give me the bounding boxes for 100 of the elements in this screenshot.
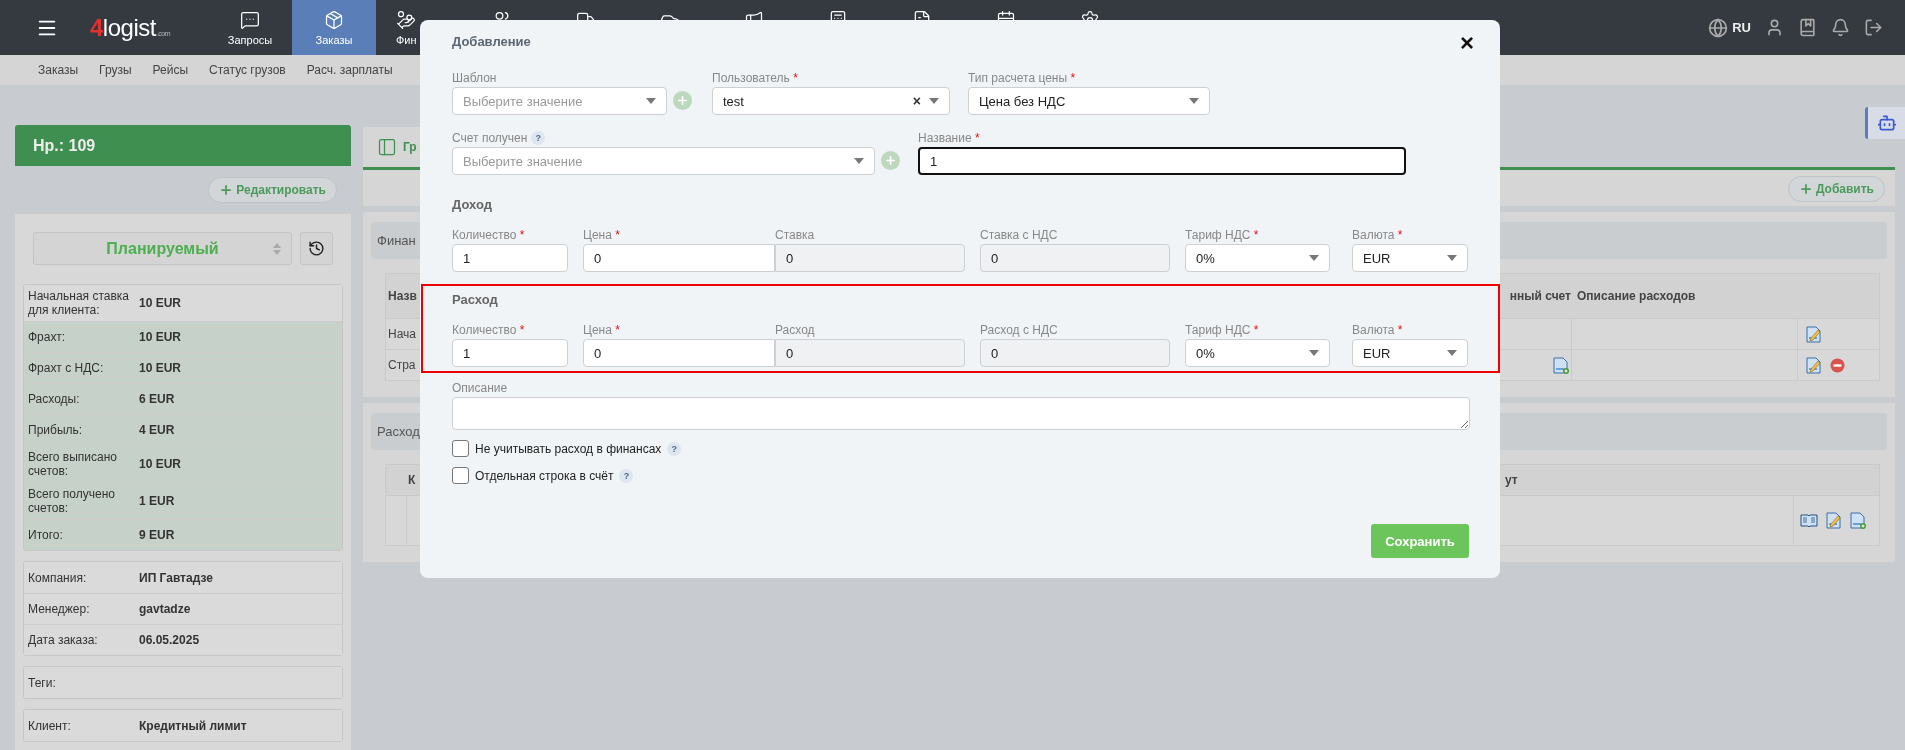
assistant-button[interactable] — [1865, 107, 1905, 139]
bell-icon[interactable] — [1831, 18, 1850, 37]
edit-icon[interactable] — [1806, 356, 1822, 374]
help-icon[interactable]: ? — [619, 468, 634, 483]
input-field[interactable]: 1 — [452, 339, 568, 367]
row-label: Менеджер: — [28, 602, 91, 616]
row-label: Дата заказа: — [28, 633, 99, 647]
robot-icon — [1876, 113, 1897, 133]
row-label: Прибыль: — [28, 423, 84, 437]
order-header: Нр.: 109 — [15, 125, 351, 166]
field-label: Пользователь * — [712, 70, 799, 87]
field-label: Описание — [452, 380, 509, 397]
help-icon[interactable]: ? — [667, 441, 682, 456]
select-field[interactable]: EUR — [1352, 244, 1468, 272]
history-icon — [308, 240, 325, 257]
field-label: Расход — [775, 322, 816, 339]
field-label: Ставка с НДС — [980, 227, 1059, 244]
description-field[interactable] — [452, 397, 1470, 430]
select-field[interactable]: test × — [712, 87, 950, 115]
checkbox[interactable] — [452, 440, 469, 457]
row-value: Кредитный лимит — [139, 718, 247, 733]
history-button[interactable] — [300, 232, 333, 265]
subnav-link[interactable]: Заказы — [38, 63, 79, 77]
column-header: К — [408, 473, 416, 487]
field-label: Валюта * — [1352, 322, 1404, 339]
row-value: gavtadze — [139, 602, 191, 616]
row-value: 9 EUR — [139, 528, 175, 542]
input-field[interactable]: 1 — [918, 147, 1406, 175]
field-label: Шаблон — [452, 70, 498, 87]
column-header: нный счет — [1509, 289, 1571, 303]
edit-icon[interactable] — [1826, 512, 1842, 529]
close-button[interactable]: × — [1454, 28, 1480, 58]
plus-icon — [1798, 182, 1813, 196]
field-label: Тариф НДС * — [1185, 227, 1260, 244]
field-label: Тип расчета цены * — [968, 70, 1077, 87]
field-label: Цена * — [583, 227, 621, 244]
row-value: 06.05.2025 — [139, 633, 200, 647]
column-header: ут — [1505, 473, 1518, 487]
nav-item[interactable]: Запросы — [208, 0, 292, 55]
row-label: Фрахт: — [28, 330, 67, 344]
plus-icon — [676, 94, 689, 107]
field-label: Название * — [918, 130, 981, 147]
caret-icon — [854, 158, 864, 164]
select-field[interactable]: EUR — [1352, 339, 1468, 367]
edit-icon[interactable] — [1806, 325, 1822, 343]
row-label: Компания: — [28, 570, 88, 585]
checkbox[interactable] — [452, 467, 469, 484]
help-icon[interactable]: ? — [531, 131, 546, 145]
caret-icon — [929, 98, 939, 104]
book-icon[interactable] — [1800, 513, 1818, 528]
row-label: Начальная ставка для клиента: — [28, 289, 130, 317]
sort-icon — [273, 243, 281, 255]
column-header: Назв — [387, 288, 418, 305]
select-field[interactable]: Цена без НДС — [968, 87, 1210, 115]
row-value: 10 EUR — [139, 330, 182, 344]
user-icon[interactable] — [1765, 18, 1784, 37]
row-value: 1 EUR — [139, 494, 175, 508]
logout-icon[interactable] — [1864, 18, 1883, 37]
clear-icon[interactable]: × — [912, 93, 921, 109]
subnav-link[interactable]: Рейсы — [152, 63, 189, 77]
row-value: 10 EUR — [139, 457, 182, 471]
remove-icon[interactable] — [1830, 357, 1845, 373]
add-document-icon[interactable] — [1850, 512, 1866, 529]
chat-icon — [240, 9, 260, 30]
field-label: Количество * — [452, 227, 526, 244]
select-field[interactable]: 0% — [1185, 339, 1330, 367]
field-label: Ставка — [775, 227, 816, 244]
field-label: Цена * — [583, 322, 621, 339]
subnav-link[interactable]: Статус грузов — [209, 63, 286, 77]
row-label: Итого: — [28, 528, 64, 542]
caret-icon — [1189, 98, 1199, 104]
input-field[interactable]: 1 — [452, 244, 568, 272]
section-title: Расход — [452, 292, 499, 307]
readonly-field: 0 — [980, 244, 1170, 272]
book-icon[interactable] — [1798, 18, 1817, 37]
row-label: Всего выписано счетов: — [28, 450, 118, 478]
table-cell: Нача — [388, 327, 416, 341]
caret-icon — [1447, 255, 1457, 261]
row-label: Всего получено счетов: — [28, 487, 116, 515]
readonly-field: 0 — [775, 339, 965, 367]
row-label: Фрахт с НДС: — [28, 361, 105, 375]
table-cell: Стра — [388, 358, 416, 372]
globe-icon[interactable] — [1708, 17, 1729, 38]
field-label: Количество * — [452, 322, 526, 339]
readonly-field: 0 — [775, 244, 965, 272]
add-document-icon[interactable] — [1553, 356, 1569, 374]
language-code[interactable]: RU — [1732, 20, 1751, 35]
row-value: 10 EUR — [139, 361, 182, 375]
row-value: 6 EUR — [139, 392, 175, 406]
select-field[interactable]: 0% — [1185, 244, 1330, 272]
column-header: Описание расходов — [1577, 289, 1696, 303]
nav-item[interactable]: Заказы — [292, 0, 376, 55]
row-label: Клиент: — [28, 718, 72, 733]
input-field[interactable]: 0 — [583, 244, 775, 272]
row-value: 4 EUR — [139, 423, 175, 437]
subnav-link[interactable]: Грузы — [99, 63, 132, 77]
input-field[interactable]: 0 — [583, 339, 775, 367]
subnav-link[interactable]: Расч. зарплаты — [306, 63, 393, 77]
row-value: ИП Гавтадзе — [139, 570, 213, 585]
field-label: Тариф НДС * — [1185, 322, 1260, 339]
